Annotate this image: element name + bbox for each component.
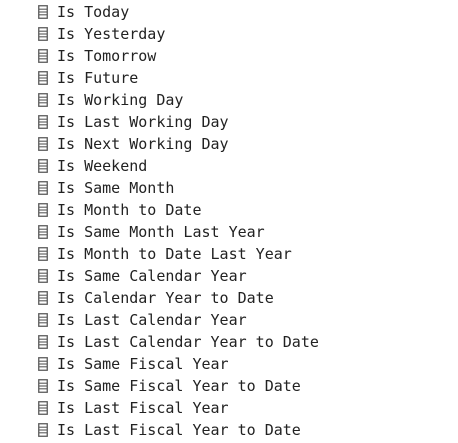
table-column-icon: [38, 269, 48, 283]
field-list-item[interactable]: Is Future: [38, 67, 319, 89]
field-list-item[interactable]: Is Next Working Day: [38, 133, 319, 155]
table-column-icon: [38, 247, 48, 261]
table-column-icon: [38, 225, 48, 239]
table-column-icon: [38, 93, 48, 107]
table-column-icon: [38, 335, 48, 349]
field-list-item[interactable]: Is Yesterday: [38, 23, 319, 45]
field-label: Is Tomorrow: [57, 47, 157, 65]
field-label: Is Last Fiscal Year to Date: [57, 421, 301, 439]
field-list-item[interactable]: Is Month to Date: [38, 199, 319, 221]
table-column-icon: [38, 291, 48, 305]
field-label: Is Calendar Year to Date: [57, 289, 274, 307]
field-label: Is Same Fiscal Year to Date: [57, 377, 301, 395]
table-column-icon: [38, 71, 48, 85]
field-list-item[interactable]: Is Same Fiscal Year to Date: [38, 375, 319, 397]
field-label: Is Same Month Last Year: [57, 223, 265, 241]
field-label: Is Yesterday: [57, 25, 166, 43]
table-column-icon: [38, 5, 48, 19]
field-list-item[interactable]: Is Tomorrow: [38, 45, 319, 67]
field-label: Is Same Calendar Year: [57, 267, 247, 285]
field-label: Is Next Working Day: [57, 135, 229, 153]
field-list-item[interactable]: Is Month to Date Last Year: [38, 243, 319, 265]
table-column-icon: [38, 115, 48, 129]
field-label: Is Month to Date: [57, 201, 202, 219]
table-column-icon: [38, 27, 48, 41]
field-list-item[interactable]: Is Same Month Last Year: [38, 221, 319, 243]
table-column-icon: [38, 313, 48, 327]
field-list: Is Today Is Yesterday Is Tomorrow Is Future…: [38, 1, 319, 441]
field-label: Is Future: [57, 69, 139, 87]
field-list-item[interactable]: Is Same Fiscal Year: [38, 353, 319, 375]
table-column-icon: [38, 203, 48, 217]
field-list-item[interactable]: Is Last Fiscal Year to Date: [38, 419, 319, 441]
field-list-item[interactable]: Is Last Fiscal Year: [38, 397, 319, 419]
table-column-icon: [38, 423, 48, 437]
table-column-icon: [38, 379, 48, 393]
field-label: Is Last Calendar Year: [57, 311, 247, 329]
field-list-item[interactable]: Is Last Working Day: [38, 111, 319, 133]
table-column-icon: [38, 159, 48, 173]
field-list-item[interactable]: Is Working Day: [38, 89, 319, 111]
table-column-icon: [38, 137, 48, 151]
table-column-icon: [38, 357, 48, 371]
field-label: Is Last Calendar Year to Date: [57, 333, 319, 351]
field-label: Is Last Fiscal Year: [57, 399, 229, 417]
table-column-icon: [38, 181, 48, 195]
field-list-item[interactable]: Is Last Calendar Year: [38, 309, 319, 331]
field-list-item[interactable]: Is Same Calendar Year: [38, 265, 319, 287]
field-label: Is Last Working Day: [57, 113, 229, 131]
field-list-item[interactable]: Is Today: [38, 1, 319, 23]
field-label: Is Month to Date Last Year: [57, 245, 292, 263]
field-list-item[interactable]: Is Last Calendar Year to Date: [38, 331, 319, 353]
table-column-icon: [38, 49, 48, 63]
field-list-item[interactable]: Is Weekend: [38, 155, 319, 177]
field-label: Is Same Month: [57, 179, 175, 197]
table-column-icon: [38, 401, 48, 415]
field-list-item[interactable]: Is Calendar Year to Date: [38, 287, 319, 309]
field-label: Is Weekend: [57, 157, 148, 175]
field-label: Is Same Fiscal Year: [57, 355, 229, 373]
field-label: Is Today: [57, 3, 130, 21]
field-list-item[interactable]: Is Same Month: [38, 177, 319, 199]
field-label: Is Working Day: [57, 91, 184, 109]
